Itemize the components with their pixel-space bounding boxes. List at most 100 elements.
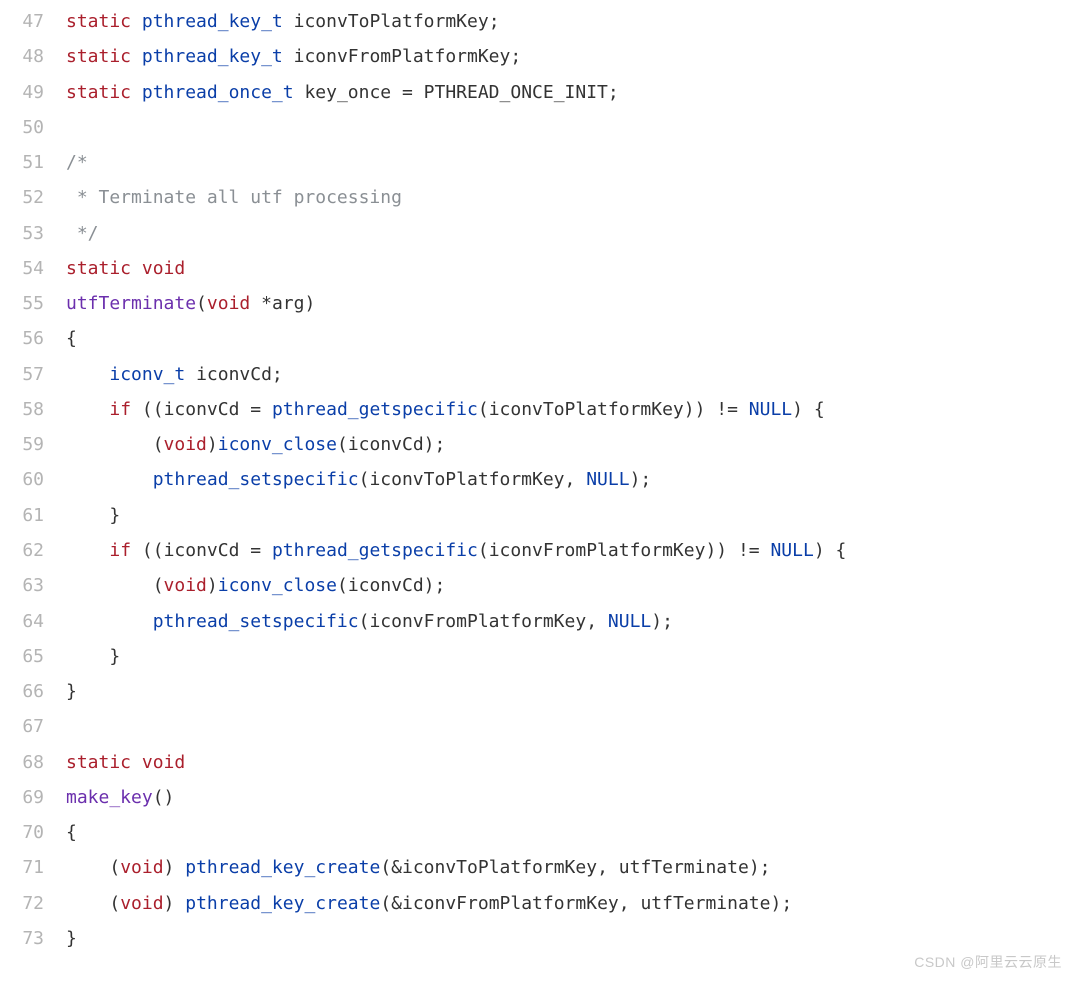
token-pun: = — [239, 399, 272, 420]
line-number: 53 — [0, 216, 66, 251]
token-pun: ( — [66, 893, 120, 914]
token-null: NULL — [586, 469, 629, 490]
line-number: 73 — [0, 921, 66, 956]
token-pun: } — [66, 505, 120, 526]
token-id: iconvFromPlatformKey — [294, 46, 511, 67]
code-content: pthread_setspecific(iconvFromPlatformKey… — [66, 604, 1080, 639]
token-func: utfTerminate — [66, 293, 196, 314]
code-line: 70{ — [0, 815, 1080, 850]
code-line: 63 (void)iconv_close(iconvCd); — [0, 568, 1080, 603]
code-content: static pthread_key_t iconvToPlatformKey; — [66, 4, 1080, 39]
token-call: pthread_key_create — [185, 893, 380, 914]
token-kw: void — [120, 857, 163, 878]
token-pun — [283, 11, 294, 32]
line-number: 52 — [0, 180, 66, 215]
line-number: 48 — [0, 39, 66, 74]
token-call: pthread_key_create — [185, 857, 380, 878]
code-content: pthread_setspecific(iconvToPlatformKey, … — [66, 462, 1080, 497]
code-line: 51/* — [0, 145, 1080, 180]
code-line: 64 pthread_setspecific(iconvFromPlatform… — [0, 604, 1080, 639]
code-content: static pthread_key_t iconvFromPlatformKe… — [66, 39, 1080, 74]
code-content: if ((iconvCd = pthread_getspecific(iconv… — [66, 392, 1080, 427]
token-id: iconvToPlatformKey — [294, 11, 489, 32]
token-call: iconv_close — [218, 434, 337, 455]
line-number: 64 — [0, 604, 66, 639]
code-line: 69make_key() — [0, 780, 1080, 815]
code-content: } — [66, 639, 1080, 674]
token-pun — [66, 469, 153, 490]
line-number: 72 — [0, 886, 66, 921]
code-line: 52 * Terminate all utf processing — [0, 180, 1080, 215]
code-content: (void) pthread_key_create(&iconvToPlatfo… — [66, 850, 1080, 885]
token-pun: } — [66, 681, 77, 702]
token-kw: void — [142, 258, 185, 279]
token-func: make_key — [66, 787, 153, 808]
line-number: 71 — [0, 850, 66, 885]
token-pun: ) — [304, 293, 315, 314]
token-id: iconvFromPlatformKey — [489, 540, 706, 561]
token-id: iconvCd — [348, 575, 424, 596]
line-number: 60 — [0, 462, 66, 497]
token-pun — [283, 46, 294, 67]
token-pun: ); — [630, 469, 652, 490]
line-number: 57 — [0, 357, 66, 392]
token-pun: ) { — [792, 399, 825, 420]
token-pun: (& — [380, 893, 402, 914]
line-number: 63 — [0, 568, 66, 603]
token-id: key_once — [304, 82, 391, 103]
token-pun — [185, 364, 196, 385]
code-content: static void — [66, 251, 1080, 286]
line-number: 65 — [0, 639, 66, 674]
line-number: 62 — [0, 533, 66, 568]
token-id: iconvFromPlatformKey — [369, 611, 586, 632]
line-number: 55 — [0, 286, 66, 321]
token-pun: (( — [131, 540, 164, 561]
line-number: 58 — [0, 392, 66, 427]
code-content: if ((iconvCd = pthread_getspecific(iconv… — [66, 533, 1080, 568]
line-number: 68 — [0, 745, 66, 780]
code-content: } — [66, 498, 1080, 533]
token-pun: ); — [424, 575, 446, 596]
code-line: 66} — [0, 674, 1080, 709]
token-pun — [131, 752, 142, 773]
token-id: iconvCd — [196, 364, 272, 385]
token-pun: , — [597, 857, 619, 878]
code-content: static pthread_once_t key_once = PTHREAD… — [66, 75, 1080, 110]
token-id: iconvCd — [164, 399, 240, 420]
token-cmt: */ — [66, 223, 99, 244]
watermark-text: CSDN @阿里云云原生 — [914, 949, 1062, 976]
token-pun: ( — [359, 469, 370, 490]
token-pun: ); — [651, 611, 673, 632]
token-kw: if — [109, 540, 131, 561]
token-pun: )) != — [705, 540, 770, 561]
token-pun: } — [66, 928, 77, 949]
token-pun: (( — [131, 399, 164, 420]
token-null: NULL — [770, 540, 813, 561]
line-number: 69 — [0, 780, 66, 815]
token-call: pthread_getspecific — [272, 540, 478, 561]
token-call: iconv_close — [218, 575, 337, 596]
token-id: iconvToPlatformKey — [489, 399, 684, 420]
code-line: 60 pthread_setspecific(iconvToPlatformKe… — [0, 462, 1080, 497]
code-content: iconv_t iconvCd; — [66, 357, 1080, 392]
code-content: */ — [66, 216, 1080, 251]
token-pun: ( — [359, 611, 370, 632]
token-kw: static — [66, 11, 131, 32]
code-content: /* — [66, 145, 1080, 180]
code-line: 59 (void)iconv_close(iconvCd); — [0, 427, 1080, 462]
token-kw: static — [66, 258, 131, 279]
code-content: } — [66, 674, 1080, 709]
token-pun: ( — [337, 575, 348, 596]
token-null: NULL — [749, 399, 792, 420]
code-line: 68static void — [0, 745, 1080, 780]
code-line: 56{ — [0, 321, 1080, 356]
token-type: pthread_once_t — [142, 82, 294, 103]
line-number: 61 — [0, 498, 66, 533]
token-pun: , — [619, 893, 641, 914]
token-kw: void — [207, 293, 250, 314]
code-line: 47static pthread_key_t iconvToPlatformKe… — [0, 4, 1080, 39]
token-pun: ) { — [814, 540, 847, 561]
token-pun — [131, 258, 142, 279]
token-pun: (& — [380, 857, 402, 878]
line-number: 47 — [0, 4, 66, 39]
